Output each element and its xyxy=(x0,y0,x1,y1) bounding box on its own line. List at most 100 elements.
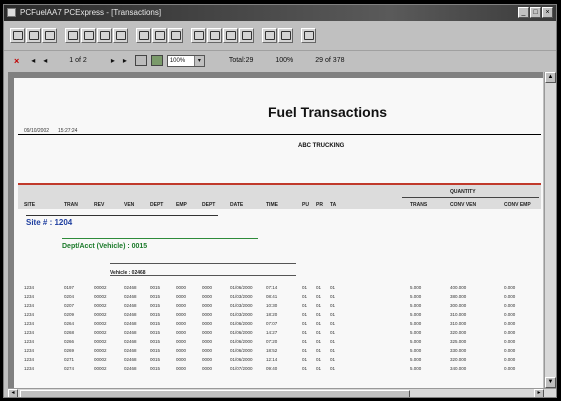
column-header: TRAN xyxy=(64,202,78,208)
horizontal-scrollbar[interactable]: ◂ ▸ xyxy=(8,388,556,397)
close-report-icon[interactable]: × xyxy=(14,56,19,66)
divider xyxy=(18,134,541,135)
record-count: 29 of 378 xyxy=(315,57,345,64)
table-cell: 02468 xyxy=(124,321,137,326)
table-cell: 0.000 xyxy=(504,303,516,308)
next-page-button[interactable]: ▸ xyxy=(111,56,115,65)
table-cell: 01 xyxy=(316,321,322,326)
table-cell: 0.000 xyxy=(504,366,516,371)
table-cell: 400.000 xyxy=(450,285,467,290)
toolbar-button[interactable] xyxy=(301,27,316,43)
chevron-down-icon[interactable]: ▾ xyxy=(193,55,204,66)
toolbar-icon xyxy=(115,30,126,40)
scroll-left-icon[interactable]: ◂ xyxy=(8,389,18,397)
table-cell: 0015 xyxy=(150,321,161,326)
table-cell: 0015 xyxy=(150,285,161,290)
print-icon[interactable] xyxy=(134,55,147,66)
toolbar-button[interactable] xyxy=(10,27,25,43)
total-records: Total:29 xyxy=(228,57,254,64)
app-window: PCFuelAA7 PCExpress - [Transactions] _ □… xyxy=(3,4,557,398)
minimize-button[interactable]: _ xyxy=(518,7,529,18)
table-cell: 02468 xyxy=(124,285,137,290)
table-cell: 0266 xyxy=(64,339,75,344)
toolbar-button[interactable] xyxy=(65,27,80,43)
table-cell: 320.000 xyxy=(450,357,467,362)
toolbar-icon xyxy=(225,30,236,40)
toolbar-group xyxy=(65,27,128,43)
toolbar-group xyxy=(136,27,183,43)
scroll-down-icon[interactable]: ▼ xyxy=(545,377,556,388)
toolbar-icon xyxy=(12,30,23,40)
toolbar-icon xyxy=(28,30,39,40)
report-viewer-toolbar: × ◂ ◂ 1 of 2 ▸ ▸ 100% ▾ Total:29 100% 29… xyxy=(4,50,556,70)
column-header: DEPT xyxy=(150,202,164,208)
table-cell: 01 xyxy=(330,312,336,317)
table-cell: 0204 xyxy=(64,294,75,299)
export-icon[interactable] xyxy=(150,55,163,66)
table-cell: 01 xyxy=(330,294,336,299)
table-cell: 1234 xyxy=(24,303,35,308)
report-viewport[interactable]: Fuel Transactions 09/10/2002 15:27:24 AB… xyxy=(8,72,543,388)
toolbar-button[interactable] xyxy=(97,27,112,43)
close-window-button[interactable]: × xyxy=(542,7,553,18)
table-cell: 01/03/2000 xyxy=(230,303,253,308)
table-cell: 02468 xyxy=(124,330,137,335)
toolbar-button[interactable] xyxy=(262,27,277,43)
scroll-up-icon[interactable]: ▲ xyxy=(545,72,556,83)
page-indicator[interactable]: 1 of 2 xyxy=(69,57,87,64)
toolbar-button[interactable] xyxy=(207,27,222,43)
table-cell: 0197 xyxy=(64,285,75,290)
toolbar-button[interactable] xyxy=(152,27,167,43)
column-header: VEN xyxy=(124,202,135,208)
toolbar-button[interactable] xyxy=(168,27,183,43)
table-cell: 01/03/2000 xyxy=(230,312,253,317)
toolbar-button[interactable] xyxy=(136,27,151,43)
table-row: 1234 0271 00002 02468 0015 0000 0000 01/06/2000… xyxy=(14,357,543,365)
toolbar-button[interactable] xyxy=(191,27,206,43)
table-cell: 01 xyxy=(316,357,322,362)
table-cell: 320.000 xyxy=(450,330,467,335)
table-row: 1234 0274 00002 02468 0015 0000 0000 01/07/2000… xyxy=(14,366,543,374)
table-cell: 0015 xyxy=(150,294,161,299)
table-cell: 1234 xyxy=(24,285,35,290)
table-cell: 12:14 xyxy=(266,357,278,362)
table-cell: 02468 xyxy=(124,303,137,308)
toolbar-icon xyxy=(241,30,252,40)
table-cell: 340.000 xyxy=(450,366,467,371)
table-cell: 0.000 xyxy=(504,348,516,353)
toolbar-button[interactable] xyxy=(42,27,57,43)
table-cell: 0.000 xyxy=(504,285,516,290)
table-cell: 01/06/2000 xyxy=(230,348,253,353)
table-cell: 02468 xyxy=(124,366,137,371)
table-cell: 1234 xyxy=(24,366,35,371)
table-cell: 01 xyxy=(316,348,322,353)
zoom-select[interactable]: 100% ▾ xyxy=(166,54,205,67)
toolbar-button[interactable] xyxy=(113,27,128,43)
table-cell: 0000 xyxy=(176,303,187,308)
last-page-button[interactable]: ▸ xyxy=(123,56,127,65)
scroll-thumb[interactable] xyxy=(20,390,410,397)
table-row: 1234 0209 00002 02468 0015 0000 0000 01/03/2000… xyxy=(14,312,543,320)
table-cell: 0000 xyxy=(176,357,187,362)
toolbar-button[interactable] xyxy=(239,27,254,43)
maximize-button[interactable]: □ xyxy=(530,7,541,18)
toolbar-group xyxy=(301,27,316,43)
prev-page-button[interactable]: ◂ xyxy=(43,56,47,65)
toolbar-button[interactable] xyxy=(81,27,96,43)
toolbar-button[interactable] xyxy=(26,27,41,43)
table-cell: 00002 xyxy=(94,339,107,344)
table-cell: 00002 xyxy=(94,321,107,326)
toolbar-button[interactable] xyxy=(278,27,293,43)
table-cell: 0000 xyxy=(176,348,187,353)
table-cell: 0264 xyxy=(64,321,75,326)
toolbar-group xyxy=(191,27,254,43)
first-page-button[interactable]: ◂ xyxy=(31,56,35,65)
scroll-right-icon[interactable]: ▸ xyxy=(534,389,544,397)
divider xyxy=(110,263,296,264)
table-row: 1234 0264 00002 02468 0015 0000 0000 01/06/2000… xyxy=(14,321,543,329)
vertical-scrollbar[interactable]: ▲ ▼ xyxy=(544,72,556,388)
zoom-value: 100% xyxy=(169,57,186,64)
toolbar-button[interactable] xyxy=(223,27,238,43)
table-cell: 01 xyxy=(330,303,336,308)
column-header: PR xyxy=(316,202,323,208)
